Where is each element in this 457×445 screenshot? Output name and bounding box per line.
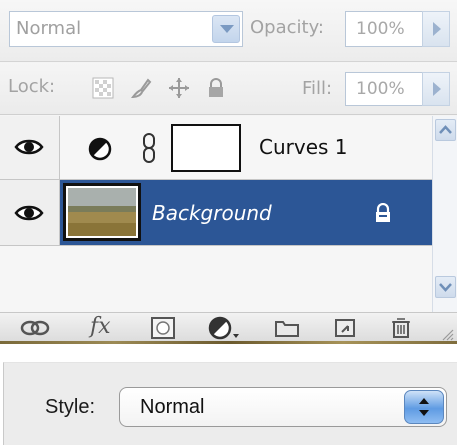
style-dialog: Style: Normal — [0, 344, 457, 445]
adjustment-icon[interactable] — [208, 316, 242, 340]
eye-icon[interactable] — [14, 137, 44, 157]
lock-pixels-brush-icon[interactable] — [130, 77, 152, 99]
blend-mode-select[interactable]: Normal — [9, 11, 243, 47]
lock-transparency-icon[interactable] — [92, 77, 114, 99]
folder-icon[interactable] — [273, 316, 301, 340]
new-layer-icon[interactable] — [332, 316, 358, 340]
style-popup-button[interactable]: Normal — [119, 387, 447, 427]
chevron-down-icon — [439, 283, 452, 292]
layers-list: Curves 1 Background — [0, 116, 432, 312]
trash-icon[interactable] — [388, 316, 414, 340]
layer-mask-thumbnail[interactable] — [171, 124, 241, 172]
lock-position-move-icon[interactable] — [168, 77, 190, 99]
layer-name[interactable]: Background — [152, 201, 272, 225]
layer-name[interactable]: Curves 1 — [259, 135, 348, 159]
layers-toolbar: fx — [0, 312, 457, 342]
lock-fill-row: Lock: Fill: 100% — [0, 63, 457, 115]
style-popup-value: Normal — [140, 396, 205, 418]
eye-icon[interactable] — [14, 203, 44, 223]
scroll-down-button[interactable] — [435, 276, 456, 298]
visibility-toggle[interactable] — [0, 116, 60, 179]
style-label: Style: — [45, 396, 96, 418]
fill-label: Fill: — [302, 78, 333, 99]
blend-mode-value: Normal — [16, 18, 82, 39]
fill-arrow-icon[interactable] — [422, 72, 450, 106]
chain-link-icon[interactable] — [141, 132, 157, 164]
adjustment-layer-icon — [88, 137, 112, 161]
lock-icon — [376, 203, 390, 222]
layers-scrollbar[interactable] — [432, 116, 457, 312]
lock-all-icon[interactable] — [205, 77, 227, 99]
layer-row-curves[interactable]: Curves 1 — [0, 116, 432, 180]
visibility-toggle[interactable] — [0, 180, 60, 245]
layer-thumbnail[interactable] — [63, 183, 141, 241]
opacity-arrow-icon[interactable] — [422, 11, 450, 47]
scroll-up-button[interactable] — [435, 119, 456, 141]
layer-row-background[interactable]: Background — [0, 180, 432, 246]
layers-panel: Normal Opacity: 100% Lock: Fill: 100% Cu… — [0, 0, 457, 344]
opacity-field[interactable]: 100% — [345, 11, 423, 47]
mask-icon[interactable] — [150, 316, 176, 340]
chevron-up-icon — [439, 125, 452, 134]
chevron-down-icon[interactable] — [212, 15, 240, 43]
lock-label: Lock: — [8, 76, 56, 97]
fx-icon[interactable]: fx — [90, 314, 111, 339]
popup-stepper-icon[interactable] — [404, 390, 444, 424]
blend-opacity-row: Normal Opacity: 100% — [0, 0, 457, 62]
link-icon[interactable] — [20, 316, 50, 340]
fill-field[interactable]: 100% — [345, 72, 423, 106]
up-down-arrows-icon — [419, 398, 429, 416]
opacity-label: Opacity: — [250, 17, 324, 38]
